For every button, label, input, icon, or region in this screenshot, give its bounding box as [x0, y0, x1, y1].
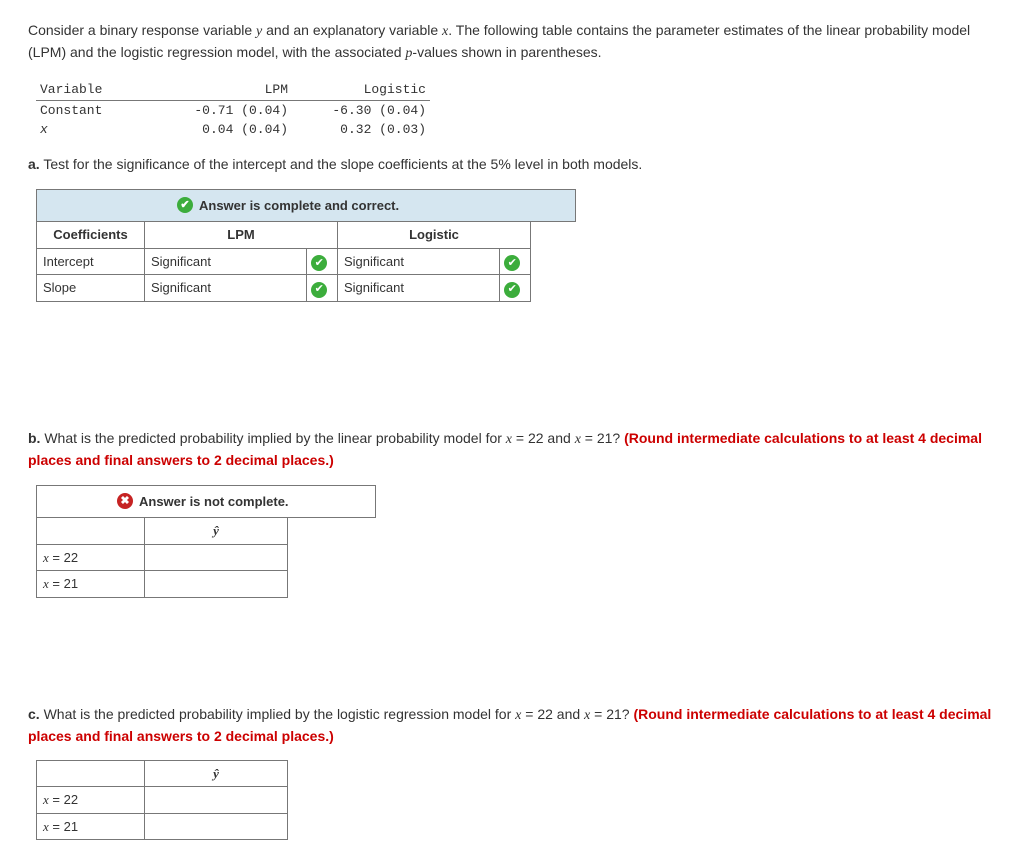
empty-header — [37, 760, 145, 787]
header-yhat: ŷ — [145, 760, 288, 787]
mark-cell: ✔ — [307, 275, 338, 302]
banner-incomplete: ✖ Answer is not complete. — [36, 485, 376, 519]
banner-correct: ✔ Answer is complete and correct. — [36, 189, 576, 223]
header-logistic: Logistic — [292, 80, 430, 100]
part-c-answer-table: ŷ x = 22 x = 21 — [36, 760, 288, 841]
crossmark-icon: ✖ — [117, 493, 133, 509]
header-variable: Variable — [36, 80, 154, 100]
intercept-logistic-answer[interactable]: Significant — [338, 248, 500, 275]
lpm-constant: -0.71 (0.04) — [154, 100, 292, 120]
row-x: x — [36, 120, 154, 140]
header-lpm: LPM — [154, 80, 292, 100]
intro-text: -values shown in parentheses. — [412, 44, 601, 60]
header-lpm: LPM — [145, 222, 338, 249]
row-slope: Slope — [37, 275, 145, 302]
part-c-text: = 22 and — [521, 706, 584, 722]
lpm-x: 0.04 (0.04) — [154, 120, 292, 140]
logistic-constant: -6.30 (0.04) — [292, 100, 430, 120]
empty-header — [37, 518, 145, 545]
part-c-text: What is the predicted probability implie… — [40, 706, 515, 722]
row-constant: Constant — [36, 100, 154, 120]
x21-input[interactable] — [145, 813, 288, 840]
checkmark-icon: ✔ — [177, 197, 193, 213]
x21-input[interactable] — [145, 571, 288, 598]
x22-input[interactable] — [145, 544, 288, 571]
banner-incomplete-text: Answer is not complete. — [139, 492, 289, 512]
part-c-text: = 21? — [590, 706, 633, 722]
checkmark-icon: ✔ — [311, 255, 327, 271]
intercept-lpm-answer[interactable]: Significant — [145, 248, 307, 275]
header-yhat: ŷ — [145, 518, 288, 545]
part-c-prompt: c. What is the predicted probability imp… — [28, 704, 996, 747]
intro-text: Consider a binary response variable — [28, 22, 256, 38]
checkmark-icon: ✔ — [311, 282, 327, 298]
logistic-x: 0.32 (0.03) — [292, 120, 430, 140]
mark-cell: ✔ — [500, 248, 531, 275]
x22-input[interactable] — [145, 787, 288, 814]
part-a-text: Test for the significance of the interce… — [40, 156, 643, 172]
part-a-answer-table: Coefficients LPM Logistic Intercept Sign… — [36, 221, 531, 302]
parameter-estimates-table: Variable LPM Logistic Constant -0.71 (0.… — [36, 80, 430, 140]
mark-cell: ✔ — [307, 248, 338, 275]
row-x21: x = 21 — [37, 571, 145, 598]
banner-correct-text: Answer is complete and correct. — [199, 196, 399, 216]
header-coefficients: Coefficients — [37, 222, 145, 249]
intro-text: and an explanatory variable — [262, 22, 442, 38]
part-b-label: b. — [28, 430, 40, 446]
slope-lpm-answer[interactable]: Significant — [145, 275, 307, 302]
part-b-text: = 22 and — [512, 430, 575, 446]
checkmark-icon: ✔ — [504, 255, 520, 271]
row-x21: x = 21 — [37, 813, 145, 840]
row-intercept: Intercept — [37, 248, 145, 275]
header-logistic: Logistic — [338, 222, 531, 249]
part-b-prompt: b. What is the predicted probability imp… — [28, 428, 996, 471]
slope-logistic-answer[interactable]: Significant — [338, 275, 500, 302]
intro-paragraph: Consider a binary response variable y an… — [28, 20, 996, 64]
part-b-text: = 21? — [581, 430, 624, 446]
row-x22: x = 22 — [37, 787, 145, 814]
part-a-label: a. — [28, 156, 40, 172]
part-b-answer-table: ŷ x = 22 x = 21 — [36, 517, 288, 598]
part-b-text: What is the predicted probability implie… — [40, 430, 505, 446]
checkmark-icon: ✔ — [504, 282, 520, 298]
row-x22: x = 22 — [37, 544, 145, 571]
mark-cell: ✔ — [500, 275, 531, 302]
part-a-prompt: a. Test for the significance of the inte… — [28, 154, 996, 175]
part-c-label: c. — [28, 706, 40, 722]
